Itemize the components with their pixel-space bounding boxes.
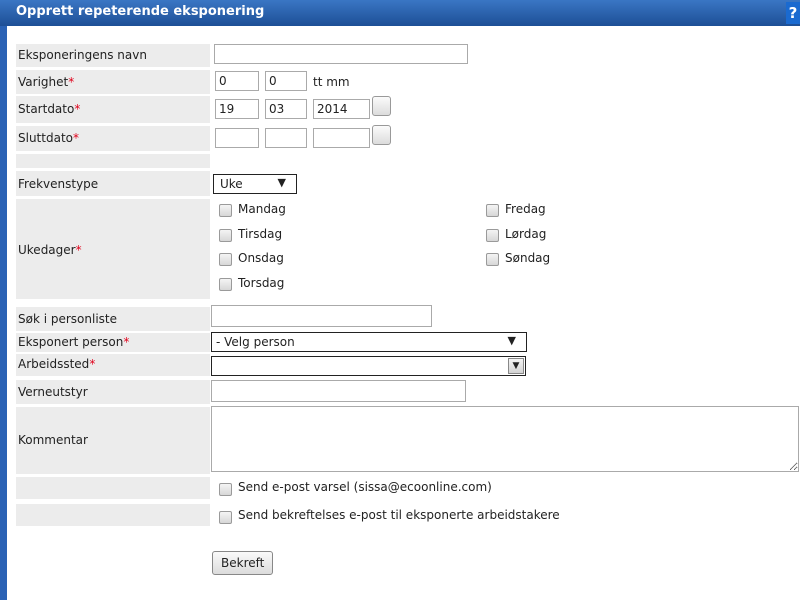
dropdown-arrow-icon: ▼ bbox=[508, 358, 524, 374]
required-marker: * bbox=[74, 102, 81, 116]
weekday-checkbox-tuesday[interactable] bbox=[219, 229, 232, 242]
duration-label: Varighet bbox=[18, 75, 69, 89]
start-year-input[interactable] bbox=[313, 99, 370, 119]
weekday-label-wednesday: Onsdag bbox=[238, 251, 284, 265]
weekday-checkbox-thursday[interactable] bbox=[219, 278, 232, 291]
send-confirmation-email-checkbox[interactable] bbox=[219, 511, 232, 524]
required-marker: * bbox=[72, 131, 79, 145]
email-notice-label-cell bbox=[16, 477, 210, 499]
required-marker: * bbox=[68, 75, 75, 89]
duration-unit-label: tt mm bbox=[313, 75, 350, 89]
end-date-label-cell: Sluttdato* bbox=[16, 126, 210, 151]
ppe-label: Verneutstyr bbox=[18, 385, 88, 399]
required-marker: * bbox=[75, 243, 82, 257]
end-date-label: Sluttdato bbox=[18, 131, 73, 145]
send-email-notice-label: Send e-post varsel (sissa@ecoonline.com) bbox=[238, 480, 492, 494]
weekday-checkbox-monday[interactable] bbox=[219, 204, 232, 217]
dialog-title-bar: Opprett repeterende eksponering ? bbox=[0, 0, 800, 26]
ppe-input[interactable] bbox=[211, 380, 466, 402]
weekdays-label: Ukedager bbox=[18, 243, 76, 257]
weekday-label-tuesday: Tirsdag bbox=[238, 227, 283, 241]
frequency-label: Frekvenstype bbox=[18, 177, 99, 191]
weekday-checkbox-saturday[interactable] bbox=[486, 229, 499, 242]
end-month-input[interactable] bbox=[265, 128, 307, 148]
name-label-cell: Eksponeringens navn bbox=[16, 44, 210, 67]
frequency-selected-value: Uke bbox=[220, 177, 243, 191]
dialog-title: Opprett repeterende eksponering bbox=[16, 4, 265, 19]
start-month-input[interactable] bbox=[265, 99, 307, 119]
start-date-calendar-button[interactable] bbox=[372, 96, 391, 116]
weekday-checkbox-friday[interactable] bbox=[486, 204, 499, 217]
weekday-label-thursday: Torsdag bbox=[238, 276, 285, 290]
start-date-label: Startdato bbox=[18, 102, 75, 116]
dropdown-arrow-icon: ▼ bbox=[507, 334, 516, 347]
end-date-calendar-button[interactable] bbox=[372, 125, 391, 145]
frequency-label-cell: Frekvenstype bbox=[16, 171, 210, 196]
weekday-checkbox-sunday[interactable] bbox=[486, 253, 499, 266]
weekday-label-friday: Fredag bbox=[505, 202, 546, 216]
end-year-input[interactable] bbox=[313, 128, 370, 148]
required-marker: * bbox=[89, 357, 96, 371]
duration-label-cell: Varighet* bbox=[16, 70, 210, 94]
dropdown-arrow-icon: ▼ bbox=[277, 176, 286, 189]
spacer-cell bbox=[16, 154, 210, 168]
weekday-checkbox-wednesday[interactable] bbox=[219, 253, 232, 266]
exposed-person-select[interactable]: - Velg person ▼ bbox=[211, 332, 527, 352]
search-person-label: Søk i personliste bbox=[18, 312, 118, 326]
start-date-label-cell: Startdato* bbox=[16, 96, 210, 123]
comment-label-cell: Kommentar bbox=[16, 407, 210, 474]
workplace-label-cell: Arbeidssted* bbox=[16, 354, 210, 376]
workplace-label: Arbeidssted bbox=[18, 357, 90, 371]
send-confirmation-email-label: Send bekreftelses e-post til eksponerte … bbox=[238, 508, 560, 522]
search-person-input[interactable] bbox=[211, 305, 432, 327]
help-icon[interactable]: ? bbox=[786, 2, 800, 24]
weekday-label-monday: Mandag bbox=[238, 202, 286, 216]
comment-label: Kommentar bbox=[18, 433, 88, 447]
weekday-label-sunday: Søndag bbox=[505, 251, 551, 265]
search-label-cell: Søk i personliste bbox=[16, 307, 210, 331]
end-day-input[interactable] bbox=[215, 128, 259, 148]
confirm-button[interactable]: Bekreft bbox=[212, 551, 274, 575]
frequency-select[interactable]: Uke ▼ bbox=[213, 174, 297, 194]
duration-hours-input[interactable] bbox=[215, 71, 259, 91]
duration-minutes-input[interactable] bbox=[265, 71, 307, 91]
weekdays-label-cell: Ukedager* bbox=[16, 199, 210, 299]
exposed-person-selected-value: - Velg person bbox=[216, 335, 295, 349]
workplace-select[interactable]: ▼ bbox=[211, 356, 526, 376]
name-label: Eksponeringens navn bbox=[18, 48, 147, 62]
comment-textarea[interactable] bbox=[211, 406, 799, 472]
required-marker: * bbox=[123, 335, 130, 349]
ppe-label-cell: Verneutstyr bbox=[16, 380, 210, 404]
weekday-label-saturday: Lørdag bbox=[505, 227, 547, 241]
start-day-input[interactable] bbox=[215, 99, 259, 119]
exposure-name-input[interactable] bbox=[214, 44, 468, 64]
dialog-left-border bbox=[0, 26, 7, 600]
confirm-email-label-cell bbox=[16, 504, 210, 526]
send-email-notice-checkbox[interactable] bbox=[219, 483, 232, 496]
exposed-person-label: Eksponert person bbox=[18, 335, 124, 349]
person-label-cell: Eksponert person* bbox=[16, 333, 210, 352]
